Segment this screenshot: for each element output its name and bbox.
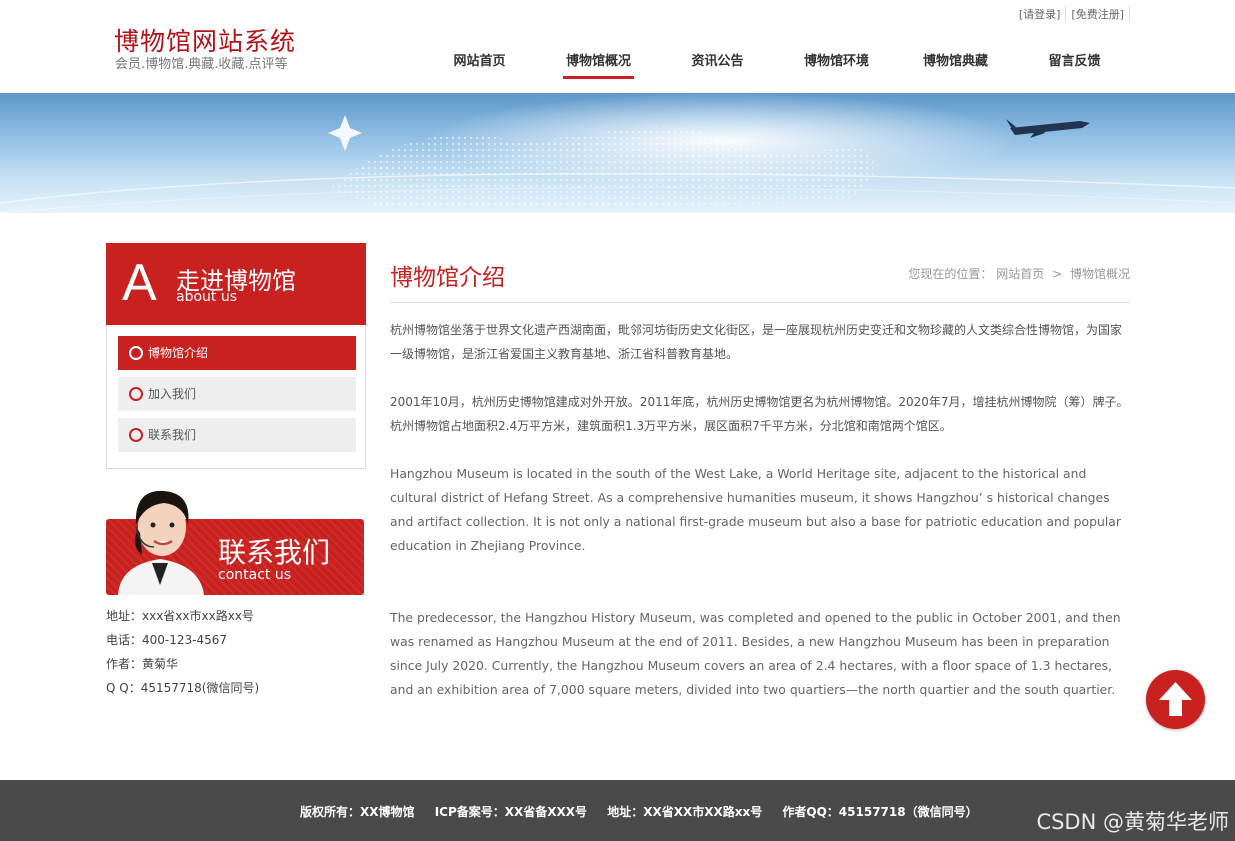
contact-address: 地址：xxx省xx市xx路xx号 [106,609,254,623]
footer-qq: 作者QQ：45157718（微信同号） [782,805,978,819]
sidebar-header: A 走进博物馆 about us [106,243,366,325]
ring-icon [129,387,143,401]
footer-address: 地址：XX省XX市XX路xx号 [607,805,763,819]
contact-title: 联系我们 [218,536,331,569]
article-content: 杭州博物馆坐落于世界文化遗产西湖南面，毗邻河坊街历史文化街区，是一座展现杭州历史… [390,318,1130,702]
header: 博物馆网站系统 会员.博物馆.典藏.收藏.点评等 [请登录] [免费注册] 网站… [0,0,1235,93]
watermark: CSDN @黄菊华老师 [1036,810,1229,834]
paragraph-2: 2001年10月，杭州历史博物馆建成对外开放。2011年底，杭州历史博物馆更名为… [390,395,1129,433]
footer-copyright: 版权所有：XX博物馆 [300,805,415,819]
footer-info: 版权所有：XX博物馆 ICP备案号：XX省备XXX号 地址：XX省XX市XX路x… [300,803,994,820]
site-subtitle: 会员.博物馆.典藏.收藏.点评等 [115,57,288,72]
banner-graphic [0,93,1235,213]
nav-item-home[interactable]: 网站首页 [420,50,539,80]
paragraph-4: The predecessor, the Hangzhou History Mu… [390,610,1121,697]
top-links: [请登录] [免费注册] [1014,6,1130,22]
breadcrumb-current[interactable]: 博物馆概况 [1070,267,1130,281]
paragraph-3: Hangzhou Museum is located in the south … [390,466,1121,553]
page: 博物馆网站系统 会员.博物馆.典藏.收藏.点评等 [请登录] [免费注册] 网站… [0,0,1235,841]
nav-item-collection[interactable]: 博物馆典藏 [896,50,1015,80]
back-to-top-button[interactable] [1146,670,1205,729]
sidebar-item-label: 加入我们 [148,387,197,401]
paragraph-1: 杭州博物馆坐落于世界文化遗产西湖南面，毗邻河坊街历史文化街区，是一座展现杭州历史… [390,323,1123,361]
banner-image [0,93,1235,213]
main-nav: 网站首页 博物馆概况 资讯公告 博物馆环境 博物馆典藏 留言反馈 [420,50,1134,80]
sidebar-item-intro[interactable]: 博物馆介绍 [118,336,356,370]
register-link[interactable]: [免费注册] [1066,6,1130,22]
avatar [118,490,204,595]
sidebar-header-subtitle: about us [176,289,238,305]
contact-info: 地址：xxx省xx市xx路xx号 电话：400-123-4567 作者：黄菊华 … [106,606,259,702]
breadcrumb-separator: > [1052,267,1063,281]
title-divider [390,302,1130,303]
breadcrumb-prefix: 您现在的位置： [908,267,993,281]
sidebar-item-contact[interactable]: 联系我们 [118,418,356,452]
sidebar-menu: 博物馆介绍 加入我们 联系我们 [106,325,366,469]
nav-item-feedback[interactable]: 留言反馈 [1015,50,1134,80]
sidebar-item-label: 联系我们 [148,428,197,442]
ring-icon [129,346,143,360]
login-link[interactable]: [请登录] [1014,6,1067,22]
page-title: 博物馆介绍 [390,265,505,291]
contact-subtitle: contact us [218,567,292,583]
sidebar-item-join[interactable]: 加入我们 [118,377,356,411]
breadcrumb: 您现在的位置： 网站首页 > 博物馆概况 [908,265,1130,282]
footer-icp: ICP备案号：XX省备XXX号 [434,805,588,819]
breadcrumb-home[interactable]: 网站首页 [996,267,1044,281]
arrow-up-icon [1159,682,1192,716]
contact-author: 作者：黄菊华 [106,657,179,671]
nav-item-news[interactable]: 资讯公告 [658,50,777,80]
sidebar-item-label: 博物馆介绍 [148,346,209,360]
nav-item-overview[interactable]: 博物馆概况 [539,50,658,80]
contact-phone: 电话：400-123-4567 [106,633,228,647]
ring-icon [129,428,143,442]
footer: 版权所有：XX博物馆 ICP备案号：XX省备XXX号 地址：XX省XX市XX路x… [0,780,1235,841]
nav-item-environment[interactable]: 博物馆环境 [777,50,896,80]
contact-qq: Q Q：45157718(微信同号) [106,681,260,695]
sidebar-header-letter: A [122,254,157,312]
